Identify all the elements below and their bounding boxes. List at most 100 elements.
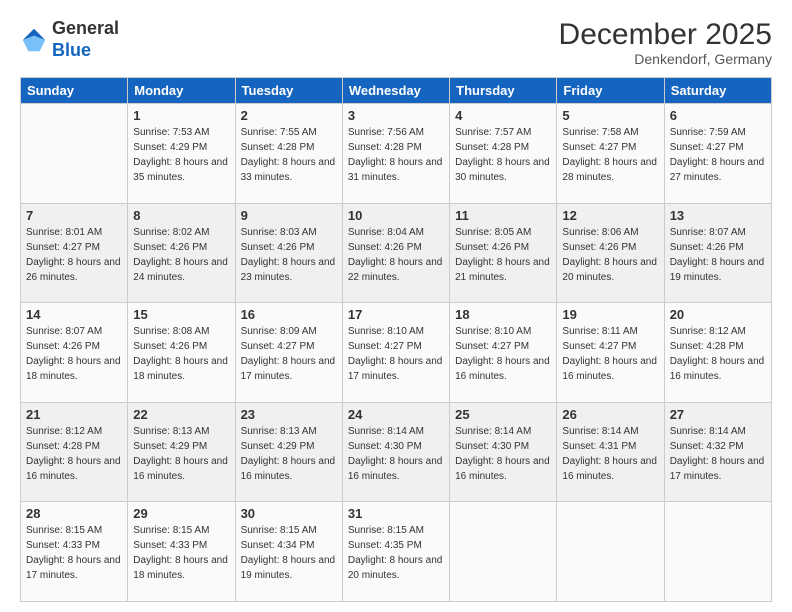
col-monday: Monday <box>128 78 235 104</box>
day-number: 8 <box>133 208 229 223</box>
calendar-cell: 8 Sunrise: 8:02 AMSunset: 4:26 PMDayligh… <box>128 203 235 303</box>
calendar-cell: 24 Sunrise: 8:14 AMSunset: 4:30 PMDaylig… <box>342 402 449 502</box>
title-section: December 2025 Denkendorf, Germany <box>559 18 772 67</box>
logo: General Blue <box>20 18 119 61</box>
day-number: 17 <box>348 307 444 322</box>
week-row-2: 14 Sunrise: 8:07 AMSunset: 4:26 PMDaylig… <box>21 303 772 403</box>
day-info: Sunrise: 8:10 AMSunset: 4:27 PMDaylight:… <box>348 324 444 384</box>
col-sunday: Sunday <box>21 78 128 104</box>
day-number: 7 <box>26 208 122 223</box>
calendar-cell: 16 Sunrise: 8:09 AMSunset: 4:27 PMDaylig… <box>235 303 342 403</box>
day-number: 12 <box>562 208 658 223</box>
calendar-cell: 5 Sunrise: 7:58 AMSunset: 4:27 PMDayligh… <box>557 104 664 204</box>
day-number: 22 <box>133 407 229 422</box>
day-info: Sunrise: 8:15 AMSunset: 4:33 PMDaylight:… <box>133 523 229 583</box>
day-number: 9 <box>241 208 337 223</box>
day-info: Sunrise: 7:56 AMSunset: 4:28 PMDaylight:… <box>348 125 444 185</box>
day-number: 28 <box>26 506 122 521</box>
day-info: Sunrise: 8:13 AMSunset: 4:29 PMDaylight:… <box>133 424 229 484</box>
week-row-0: 1 Sunrise: 7:53 AMSunset: 4:29 PMDayligh… <box>21 104 772 204</box>
calendar-cell <box>21 104 128 204</box>
day-number: 1 <box>133 108 229 123</box>
calendar-cell: 17 Sunrise: 8:10 AMSunset: 4:27 PMDaylig… <box>342 303 449 403</box>
day-number: 15 <box>133 307 229 322</box>
day-info: Sunrise: 8:15 AMSunset: 4:33 PMDaylight:… <box>26 523 122 583</box>
day-info: Sunrise: 8:06 AMSunset: 4:26 PMDaylight:… <box>562 225 658 285</box>
day-info: Sunrise: 8:07 AMSunset: 4:26 PMDaylight:… <box>670 225 766 285</box>
day-number: 20 <box>670 307 766 322</box>
calendar-cell <box>450 502 557 602</box>
calendar-cell: 18 Sunrise: 8:10 AMSunset: 4:27 PMDaylig… <box>450 303 557 403</box>
calendar-cell: 3 Sunrise: 7:56 AMSunset: 4:28 PMDayligh… <box>342 104 449 204</box>
logo-blue: Blue <box>52 40 91 60</box>
calendar-cell: 31 Sunrise: 8:15 AMSunset: 4:35 PMDaylig… <box>342 502 449 602</box>
day-number: 11 <box>455 208 551 223</box>
calendar-cell: 12 Sunrise: 8:06 AMSunset: 4:26 PMDaylig… <box>557 203 664 303</box>
calendar-cell: 29 Sunrise: 8:15 AMSunset: 4:33 PMDaylig… <box>128 502 235 602</box>
day-info: Sunrise: 8:04 AMSunset: 4:26 PMDaylight:… <box>348 225 444 285</box>
header-row: Sunday Monday Tuesday Wednesday Thursday… <box>21 78 772 104</box>
week-row-1: 7 Sunrise: 8:01 AMSunset: 4:27 PMDayligh… <box>21 203 772 303</box>
day-number: 18 <box>455 307 551 322</box>
day-info: Sunrise: 8:13 AMSunset: 4:29 PMDaylight:… <box>241 424 337 484</box>
calendar-cell: 4 Sunrise: 7:57 AMSunset: 4:28 PMDayligh… <box>450 104 557 204</box>
day-info: Sunrise: 8:14 AMSunset: 4:30 PMDaylight:… <box>455 424 551 484</box>
day-number: 24 <box>348 407 444 422</box>
day-number: 29 <box>133 506 229 521</box>
day-number: 3 <box>348 108 444 123</box>
month-title: December 2025 <box>559 18 772 51</box>
calendar-cell: 15 Sunrise: 8:08 AMSunset: 4:26 PMDaylig… <box>128 303 235 403</box>
day-info: Sunrise: 8:12 AMSunset: 4:28 PMDaylight:… <box>26 424 122 484</box>
calendar-cell: 2 Sunrise: 7:55 AMSunset: 4:28 PMDayligh… <box>235 104 342 204</box>
day-info: Sunrise: 8:15 AMSunset: 4:35 PMDaylight:… <box>348 523 444 583</box>
day-number: 19 <box>562 307 658 322</box>
day-number: 4 <box>455 108 551 123</box>
logo-general: General <box>52 18 119 38</box>
day-info: Sunrise: 7:53 AMSunset: 4:29 PMDaylight:… <box>133 125 229 185</box>
calendar-cell: 23 Sunrise: 8:13 AMSunset: 4:29 PMDaylig… <box>235 402 342 502</box>
location: Denkendorf, Germany <box>559 51 772 67</box>
day-info: Sunrise: 8:08 AMSunset: 4:26 PMDaylight:… <box>133 324 229 384</box>
day-info: Sunrise: 7:59 AMSunset: 4:27 PMDaylight:… <box>670 125 766 185</box>
day-info: Sunrise: 8:02 AMSunset: 4:26 PMDaylight:… <box>133 225 229 285</box>
calendar-cell: 22 Sunrise: 8:13 AMSunset: 4:29 PMDaylig… <box>128 402 235 502</box>
day-info: Sunrise: 8:15 AMSunset: 4:34 PMDaylight:… <box>241 523 337 583</box>
day-info: Sunrise: 8:03 AMSunset: 4:26 PMDaylight:… <box>241 225 337 285</box>
calendar-cell: 30 Sunrise: 8:15 AMSunset: 4:34 PMDaylig… <box>235 502 342 602</box>
calendar-cell <box>557 502 664 602</box>
day-number: 6 <box>670 108 766 123</box>
week-row-4: 28 Sunrise: 8:15 AMSunset: 4:33 PMDaylig… <box>21 502 772 602</box>
day-number: 30 <box>241 506 337 521</box>
day-info: Sunrise: 8:01 AMSunset: 4:27 PMDaylight:… <box>26 225 122 285</box>
calendar-cell: 10 Sunrise: 8:04 AMSunset: 4:26 PMDaylig… <box>342 203 449 303</box>
top-section: General Blue December 2025 Denkendorf, G… <box>20 18 772 67</box>
col-tuesday: Tuesday <box>235 78 342 104</box>
calendar: Sunday Monday Tuesday Wednesday Thursday… <box>20 77 772 602</box>
day-number: 13 <box>670 208 766 223</box>
calendar-cell: 13 Sunrise: 8:07 AMSunset: 4:26 PMDaylig… <box>664 203 771 303</box>
logo-text: General Blue <box>52 18 119 61</box>
calendar-cell: 19 Sunrise: 8:11 AMSunset: 4:27 PMDaylig… <box>557 303 664 403</box>
day-number: 31 <box>348 506 444 521</box>
day-number: 16 <box>241 307 337 322</box>
calendar-cell: 25 Sunrise: 8:14 AMSunset: 4:30 PMDaylig… <box>450 402 557 502</box>
day-info: Sunrise: 8:05 AMSunset: 4:26 PMDaylight:… <box>455 225 551 285</box>
day-number: 25 <box>455 407 551 422</box>
day-number: 23 <box>241 407 337 422</box>
day-info: Sunrise: 8:14 AMSunset: 4:32 PMDaylight:… <box>670 424 766 484</box>
col-saturday: Saturday <box>664 78 771 104</box>
calendar-cell: 28 Sunrise: 8:15 AMSunset: 4:33 PMDaylig… <box>21 502 128 602</box>
calendar-cell: 27 Sunrise: 8:14 AMSunset: 4:32 PMDaylig… <box>664 402 771 502</box>
day-info: Sunrise: 7:57 AMSunset: 4:28 PMDaylight:… <box>455 125 551 185</box>
calendar-cell: 14 Sunrise: 8:07 AMSunset: 4:26 PMDaylig… <box>21 303 128 403</box>
logo-icon <box>20 26 48 54</box>
day-info: Sunrise: 8:11 AMSunset: 4:27 PMDaylight:… <box>562 324 658 384</box>
col-wednesday: Wednesday <box>342 78 449 104</box>
week-row-3: 21 Sunrise: 8:12 AMSunset: 4:28 PMDaylig… <box>21 402 772 502</box>
day-info: Sunrise: 8:09 AMSunset: 4:27 PMDaylight:… <box>241 324 337 384</box>
calendar-cell: 6 Sunrise: 7:59 AMSunset: 4:27 PMDayligh… <box>664 104 771 204</box>
day-number: 2 <box>241 108 337 123</box>
day-info: Sunrise: 8:14 AMSunset: 4:30 PMDaylight:… <box>348 424 444 484</box>
col-friday: Friday <box>557 78 664 104</box>
day-info: Sunrise: 7:55 AMSunset: 4:28 PMDaylight:… <box>241 125 337 185</box>
